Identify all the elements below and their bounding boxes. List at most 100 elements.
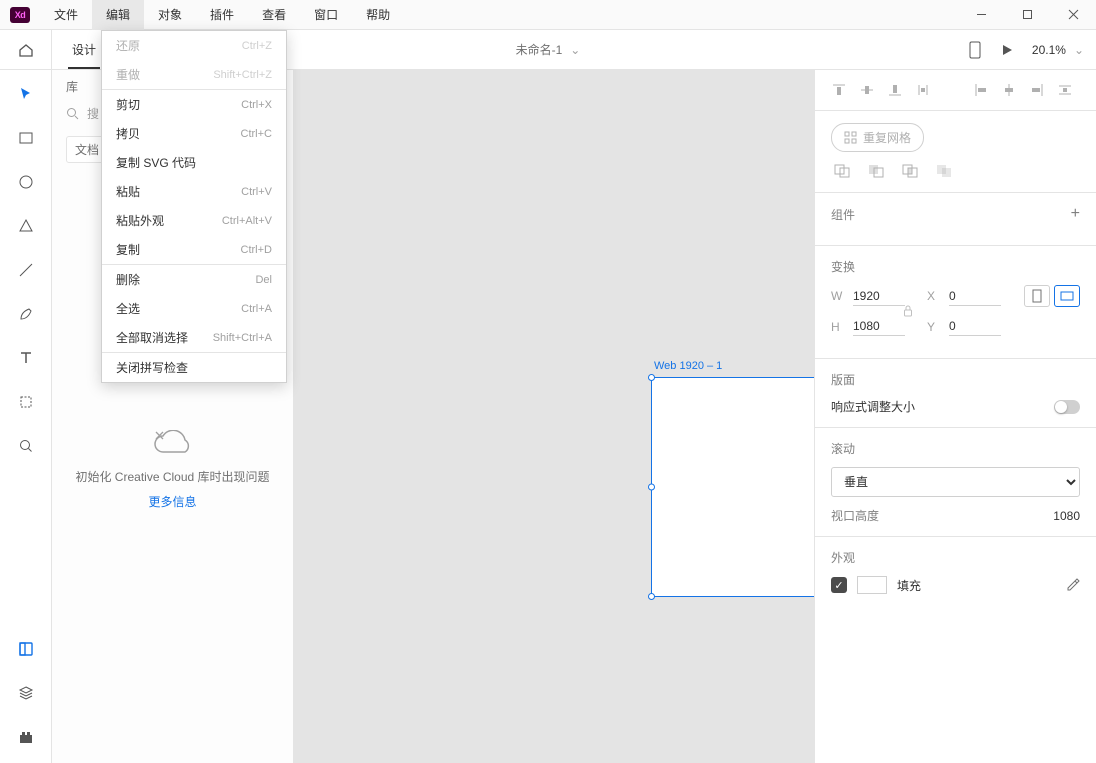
height-input[interactable]	[853, 317, 905, 336]
resize-handle[interactable]	[648, 374, 655, 381]
dd-undo[interactable]: 还原Ctrl+Z	[102, 31, 286, 60]
home-icon	[17, 41, 35, 59]
layers-button[interactable]	[16, 683, 36, 703]
tab-design[interactable]: 设计	[68, 30, 100, 69]
cc-error-block: 初始化 Creative Cloud 库时出现问题 更多信息	[52, 430, 293, 510]
dd-copy[interactable]: 拷贝Ctrl+C	[102, 119, 286, 148]
resize-handle[interactable]	[648, 593, 655, 600]
search-icon	[66, 107, 79, 120]
line-tool[interactable]	[16, 260, 36, 280]
viewport-height-label: 视口高度	[831, 507, 879, 524]
chevron-down-icon: ⌄	[570, 43, 580, 57]
polygon-tool[interactable]	[16, 216, 36, 236]
artboard-tool[interactable]	[16, 392, 36, 412]
distribute-h-button[interactable]	[1053, 80, 1077, 100]
dd-spell-check[interactable]: 关闭拼写检查	[102, 353, 286, 382]
dd-delete[interactable]: 删除Del	[102, 265, 286, 294]
menu-view[interactable]: 查看	[248, 0, 300, 30]
maximize-button[interactable]	[1004, 0, 1050, 30]
viewport-height-input[interactable]	[1020, 509, 1080, 523]
align-left-button[interactable]	[969, 80, 993, 100]
cc-error-text: 初始化 Creative Cloud 库时出现问题	[52, 468, 293, 485]
responsive-toggle[interactable]	[1054, 400, 1080, 414]
scroll-select[interactable]: 垂直	[831, 467, 1080, 497]
zoom-level[interactable]: 20.1% ⌄	[1032, 43, 1084, 57]
text-tool[interactable]	[16, 348, 36, 368]
fill-checkbox[interactable]: ✓	[831, 577, 847, 593]
responsive-label: 响应式调整大小	[831, 398, 915, 415]
align-right-button[interactable]	[1025, 80, 1049, 100]
portrait-button[interactable]	[1024, 285, 1050, 307]
libraries-button[interactable]	[16, 639, 36, 659]
boolean-intersect-button[interactable]	[899, 162, 921, 180]
x-input[interactable]	[949, 287, 1001, 306]
landscape-button[interactable]	[1054, 285, 1080, 307]
dd-copy-svg[interactable]: 复制 SVG 代码	[102, 148, 286, 177]
fill-label: 填充	[897, 577, 921, 594]
align-bottom-button[interactable]	[883, 80, 907, 100]
app-icon: Xd	[0, 7, 40, 23]
pen-tool[interactable]	[16, 304, 36, 324]
canvas[interactable]: Web 1920 – 1	[294, 70, 814, 763]
menu-help[interactable]: 帮助	[352, 0, 404, 30]
plugins-panel-button[interactable]	[16, 727, 36, 747]
add-component-button[interactable]: +	[1071, 205, 1080, 223]
cloud-error-icon	[150, 430, 196, 458]
mobile-icon	[968, 41, 982, 59]
artboard[interactable]	[652, 378, 814, 596]
layout-section: 版面 响应式调整大小	[815, 359, 1096, 428]
play-icon	[1000, 43, 1014, 57]
menu-edit[interactable]: 编辑	[92, 0, 144, 30]
scroll-label: 滚动	[831, 440, 855, 457]
fill-swatch[interactable]	[857, 576, 887, 594]
scroll-section: 滚动 垂直 视口高度	[815, 428, 1096, 537]
dd-duplicate[interactable]: 复制Ctrl+D	[102, 235, 286, 264]
close-button[interactable]	[1050, 0, 1096, 30]
boolean-subtract-button[interactable]	[865, 162, 887, 180]
menu-file[interactable]: 文件	[40, 0, 92, 30]
appearance-section: 外观 ✓ 填充	[815, 537, 1096, 606]
cc-more-info-link[interactable]: 更多信息	[52, 493, 293, 510]
repeat-grid-section: 重复网格	[815, 111, 1096, 193]
home-button[interactable]	[0, 30, 52, 69]
dd-paste[interactable]: 粘贴Ctrl+V	[102, 177, 286, 206]
dd-paste-appearance[interactable]: 粘贴外观Ctrl+Alt+V	[102, 206, 286, 235]
resize-handle[interactable]	[648, 484, 655, 491]
document-title[interactable]: 未命名-1⌄	[516, 41, 581, 58]
dd-redo[interactable]: 重做Shift+Ctrl+Z	[102, 60, 286, 89]
boolean-ops	[831, 162, 1080, 180]
transform-section: 变换 W X H Y	[815, 246, 1096, 359]
layout-label: 版面	[831, 371, 855, 388]
mobile-preview-button[interactable]	[968, 41, 982, 59]
repeat-grid-button[interactable]: 重复网格	[831, 123, 924, 152]
y-input[interactable]	[949, 317, 1001, 336]
menu-plugins[interactable]: 插件	[196, 0, 248, 30]
rectangle-tool[interactable]	[16, 128, 36, 148]
components-section: 组件 +	[815, 193, 1096, 246]
menu-object[interactable]: 对象	[144, 0, 196, 30]
align-hcenter-button[interactable]	[997, 80, 1021, 100]
ellipse-tool[interactable]	[16, 172, 36, 192]
dd-select-all[interactable]: 全选Ctrl+A	[102, 294, 286, 323]
select-tool[interactable]	[16, 84, 36, 104]
transform-label: 变换	[831, 258, 855, 275]
width-input[interactable]	[853, 287, 905, 306]
play-button[interactable]	[1000, 43, 1014, 57]
artboard-label[interactable]: Web 1920 – 1	[654, 360, 722, 372]
lock-aspect-icon[interactable]	[903, 305, 913, 317]
align-top-button[interactable]	[827, 80, 851, 100]
align-vcenter-button[interactable]	[855, 80, 879, 100]
minimize-button[interactable]	[958, 0, 1004, 30]
y-label: Y	[927, 320, 941, 334]
menu-window[interactable]: 窗口	[300, 0, 352, 30]
boolean-exclude-button[interactable]	[933, 162, 955, 180]
dd-deselect-all[interactable]: 全部取消选择Shift+Ctrl+A	[102, 323, 286, 352]
dd-cut[interactable]: 剪切Ctrl+X	[102, 90, 286, 119]
eyedropper-button[interactable]	[1066, 578, 1080, 592]
window-controls	[958, 0, 1096, 30]
boolean-add-button[interactable]	[831, 162, 853, 180]
menu-bar: Xd 文件 编辑 对象 插件 查看 窗口 帮助 还原Ctrl+Z 重做Shift…	[0, 0, 1096, 30]
zoom-tool[interactable]	[16, 436, 36, 456]
distribute-v-button[interactable]	[911, 80, 935, 100]
w-label: W	[831, 289, 845, 303]
